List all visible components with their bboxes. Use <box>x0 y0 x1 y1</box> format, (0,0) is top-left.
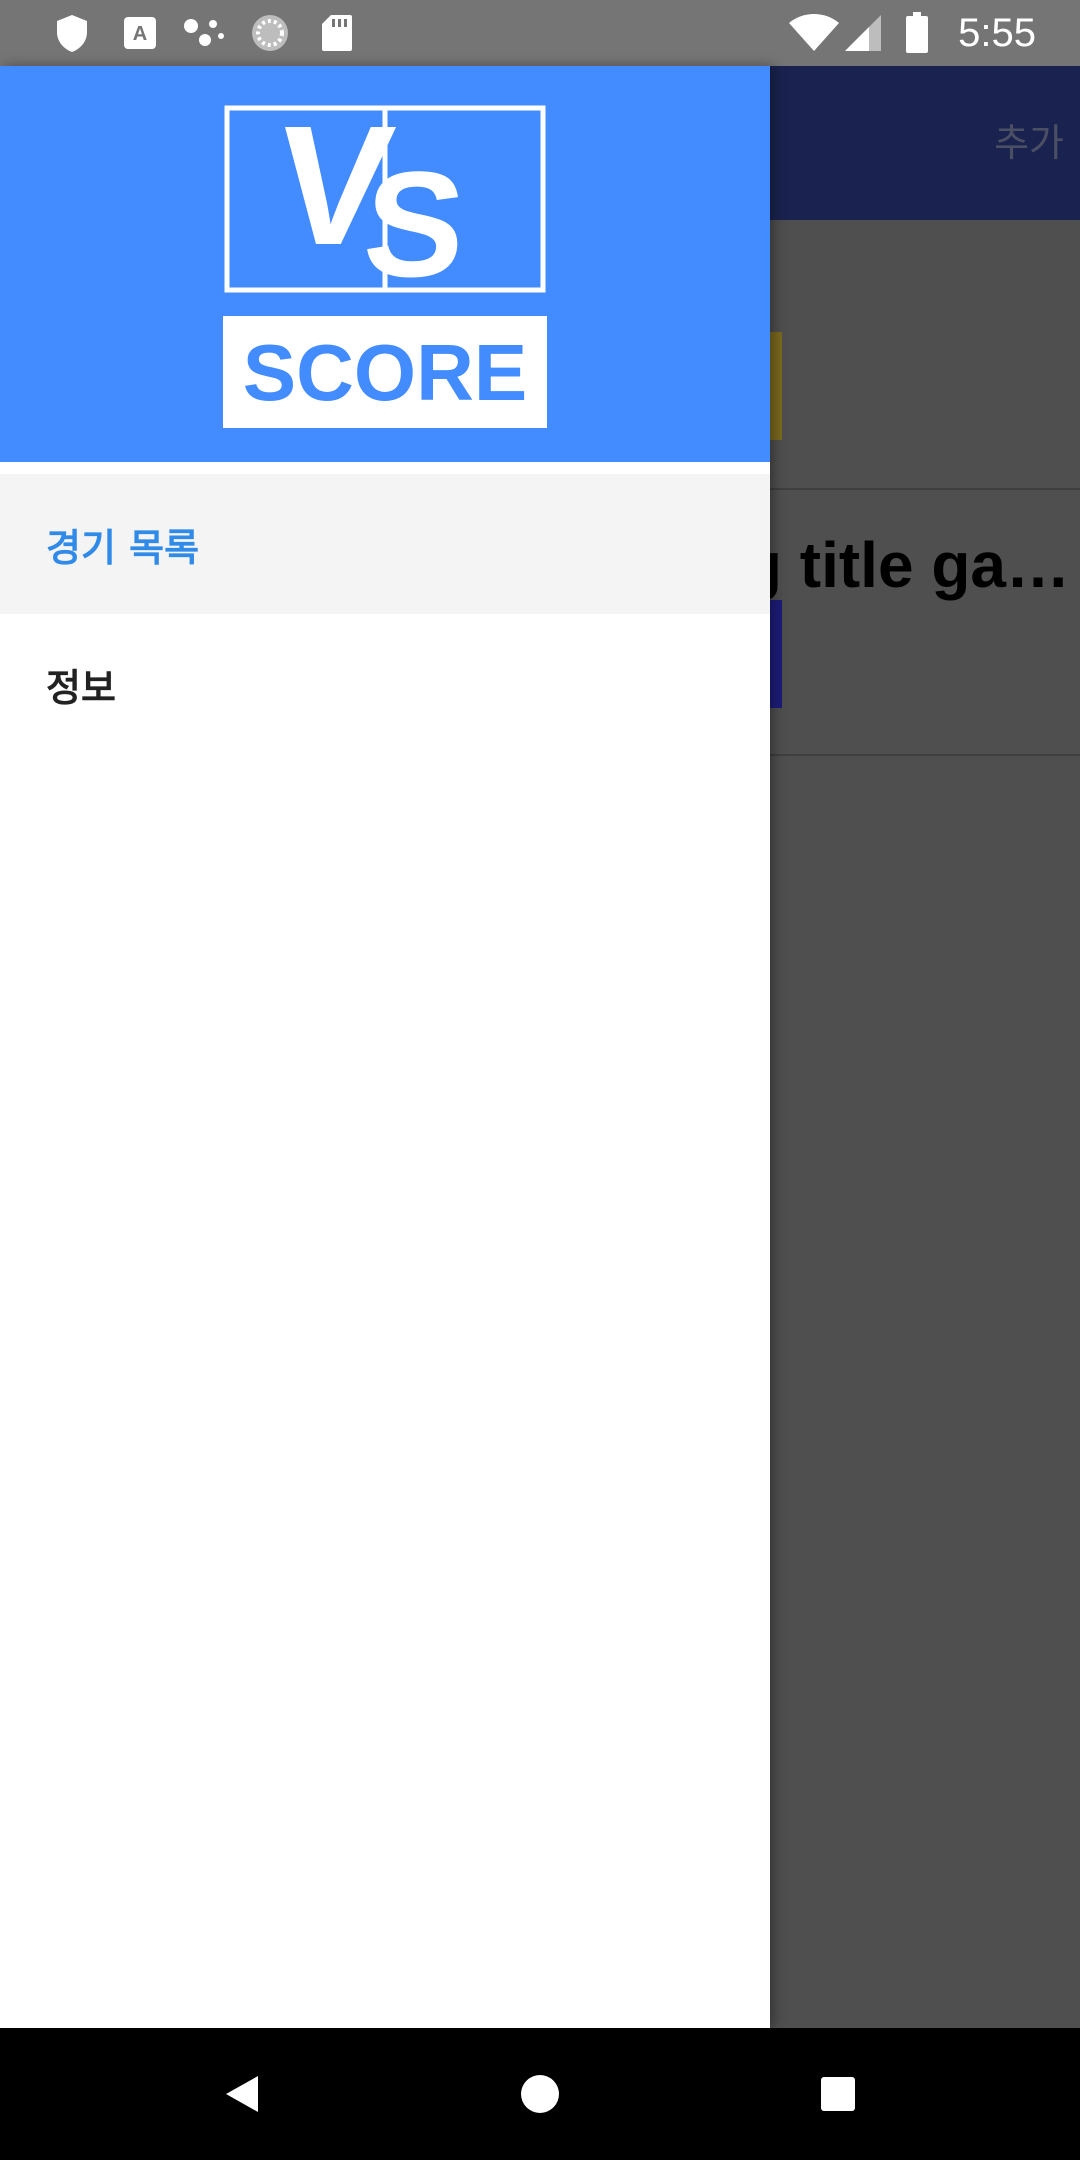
drawer-header: V S SCORE <box>0 66 770 462</box>
svg-text:S: S <box>359 140 471 308</box>
battery-icon <box>902 0 932 66</box>
recents-icon[interactable] <box>778 2028 898 2160</box>
svg-text:A: A <box>133 23 147 45</box>
back-icon[interactable] <box>182 2028 302 2160</box>
game-title: g title ga… <box>742 529 1070 601</box>
home-icon[interactable] <box>480 2028 600 2160</box>
vs-score-logo: V S SCORE <box>223 104 547 428</box>
drawer-item-game-list[interactable]: 경기 목록 <box>0 474 770 614</box>
drawer-item-info[interactable]: 정보 <box>0 614 770 754</box>
sd-card-icon <box>318 0 356 66</box>
clock: 5:55 <box>958 11 1036 55</box>
navigation-drawer: V S SCORE 경기 목록 정보 <box>0 66 770 2028</box>
shield-icon <box>52 0 92 66</box>
font-download-icon: A <box>120 0 160 66</box>
dots-icon <box>182 0 226 66</box>
drawer-divider <box>0 462 770 474</box>
signal-icon <box>842 0 884 66</box>
status-bar: A 5:55 <box>0 0 1080 66</box>
svg-text:SCORE: SCORE <box>243 328 528 417</box>
wifi-icon <box>786 0 842 66</box>
add-button[interactable]: 추가 <box>994 66 1064 220</box>
sync-icon <box>248 0 292 66</box>
drawer-item-label: 정보 <box>46 665 116 710</box>
drawer-item-label: 경기 목록 <box>46 525 200 570</box>
system-nav-bar <box>0 2028 1080 2160</box>
